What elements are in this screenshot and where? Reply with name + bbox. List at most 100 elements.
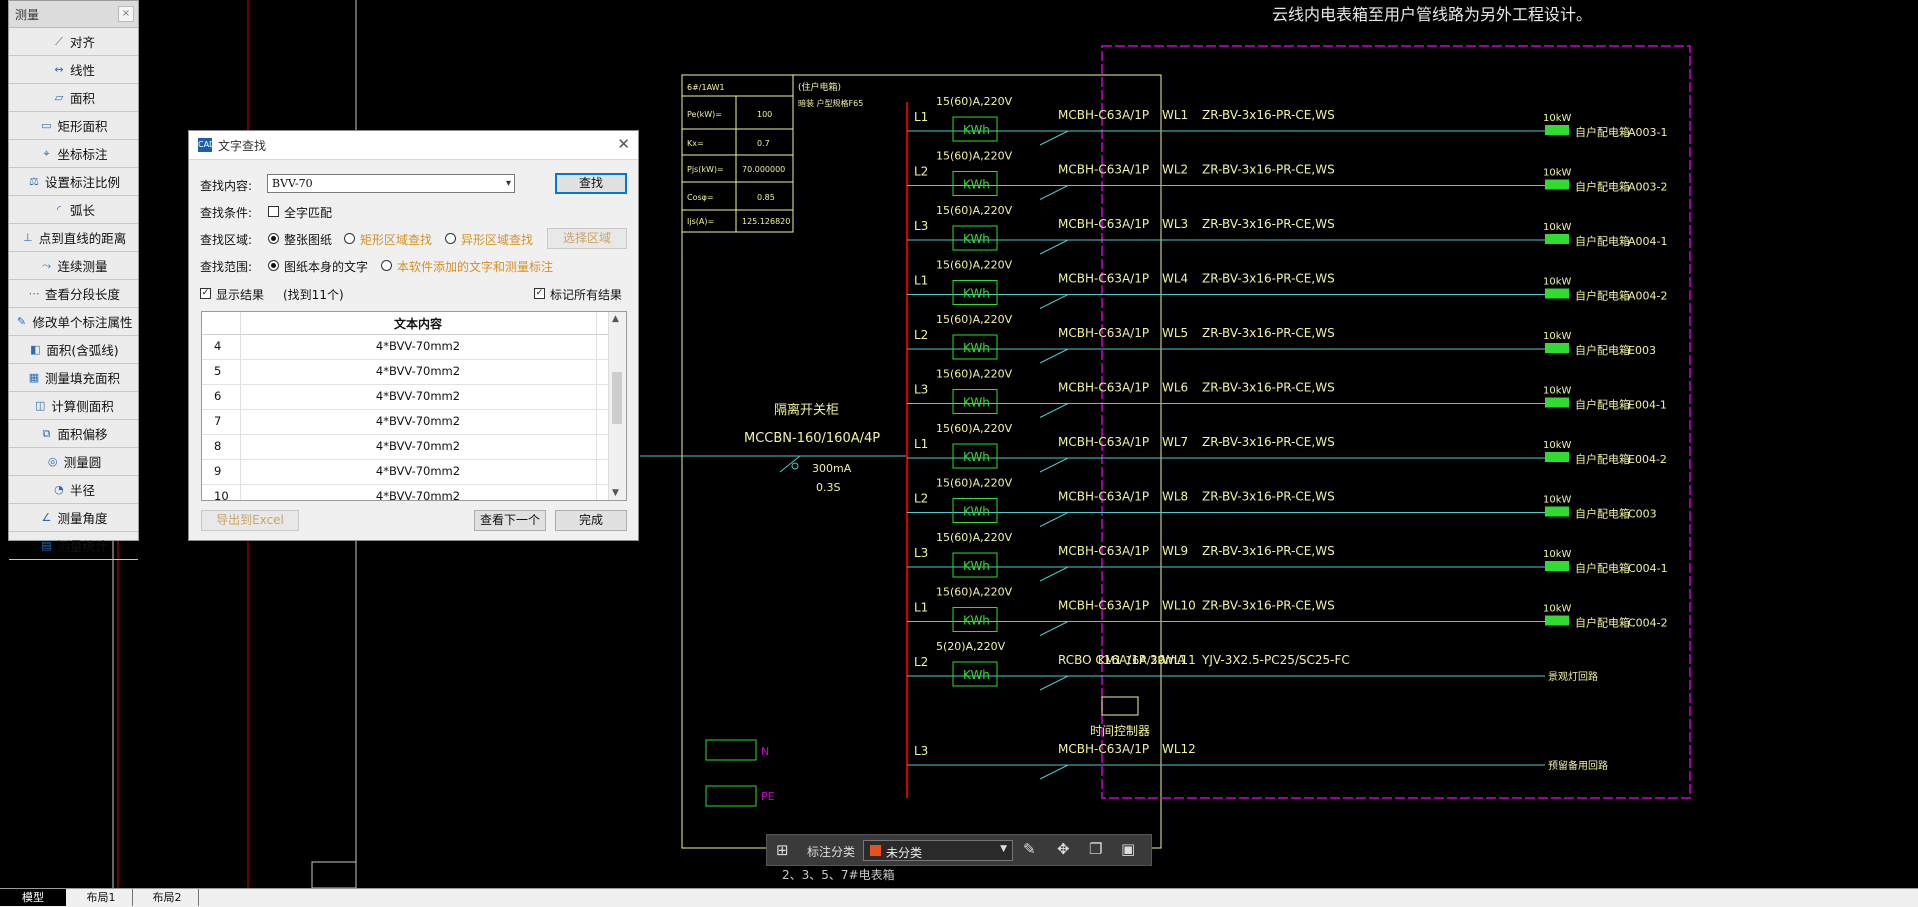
mark-all-checkbox[interactable]: ✓ <box>534 288 545 299</box>
next-button[interactable]: 查看下一个 <box>474 510 546 531</box>
measure-tool-label: 矩形面积 <box>57 119 108 134</box>
measure-tool-label: 面积偏移 <box>57 427 108 442</box>
chevron-down-icon[interactable]: ▼ <box>1000 844 1007 854</box>
whole-match-checkbox[interactable] <box>268 206 279 217</box>
circle-icon: ◎ <box>47 455 58 468</box>
measure-tool-item[interactable]: ⤳ 连续测量 <box>9 252 138 280</box>
meter-rating: 15(60)A,220V <box>936 422 1013 435</box>
measure-tool-item[interactable]: ∠ 测量角度 <box>9 504 138 532</box>
found-count: (找到11个) <box>283 288 344 302</box>
table-row[interactable]: 6 4*BVV-70mm2 <box>202 384 608 410</box>
meter-rating: 15(60)A,220V <box>936 204 1013 217</box>
measure-tool-item[interactable]: ▤ 测量统计 <box>9 532 138 560</box>
load-calc-table: 6#/1AW1 (住户电箱) 暗装 户型规格F65 Pe(kW)= 100 Kx… <box>681 74 863 233</box>
measure-tool-item[interactable]: ▱ 面积 <box>9 84 138 112</box>
measure-tool-item[interactable]: ◜ 弧长 <box>9 196 138 224</box>
category-select[interactable]: 未分类 ▼ <box>863 840 1013 861</box>
meter-rating: 15(60)A,220V <box>936 95 1013 108</box>
scroll-down-icon[interactable]: ▼ <box>612 488 619 498</box>
close-icon[interactable]: ✕ <box>617 135 630 153</box>
dest-label: A003-2 <box>1628 181 1668 194</box>
rect-area-icon: ▭ <box>41 119 52 132</box>
phase-label: L1 <box>914 437 928 451</box>
measure-tool-item[interactable]: ⊥ 点到直线的距离 <box>9 224 138 252</box>
table-row[interactable]: 8 4*BVV-70mm2 <box>202 434 608 460</box>
annotation-toolbar: ⊞ 标注分类 未分类 ▼ ✎ ✥ ❐ ▣ <box>766 834 1152 866</box>
measure-tool-item[interactable]: ◎ 测量圆 <box>9 448 138 476</box>
measure-tool-item[interactable]: ◔ 半径 <box>9 476 138 504</box>
results-scrollbar[interactable]: ▲ ▼ <box>608 312 626 500</box>
area-whole-radio[interactable] <box>268 233 279 244</box>
top-note: 云线内电表箱至用户管线路为另外工程设计。 <box>1272 5 1592 24</box>
scope-self-radio[interactable] <box>268 260 279 271</box>
measure-tool-item[interactable]: ▭ 矩形面积 <box>9 112 138 140</box>
tab-model[interactable]: 模型 <box>0 889 66 906</box>
chevron-down-icon[interactable]: ▾ <box>506 175 511 192</box>
measure-tool-label: 对齐 <box>69 35 95 50</box>
cable-label: ZR-BV-3x16-PR-CE,WS <box>1202 435 1335 449</box>
move-icon[interactable]: ✥ <box>1057 840 1070 858</box>
tab-layout2[interactable]: 布局2 <box>136 889 199 906</box>
area-irregular-label: 异形区域查找 <box>461 233 534 247</box>
row-index: 5 <box>214 364 222 378</box>
breaker-switch <box>1039 294 1069 309</box>
n-label: N <box>761 745 769 758</box>
scroll-up-icon[interactable]: ▲ <box>612 314 619 324</box>
meter-rating: 15(60)A,220V <box>936 586 1013 599</box>
tab-layout1[interactable]: 布局1 <box>70 889 133 906</box>
measure-tool-item[interactable]: ⌖ 坐标标注 <box>9 140 138 168</box>
category-grid-icon[interactable]: ⊞ <box>776 841 789 859</box>
wl-label: WL4 <box>1162 272 1188 286</box>
calc-sub: 暗装 户型规格F65 <box>798 98 863 108</box>
measure-panel-title-bar: 测量 × <box>9 1 138 28</box>
contactor-label: KM1 16A/2P <box>1098 654 1164 667</box>
kwh-label: KWh <box>963 450 990 464</box>
measure-tool-item[interactable]: ⧉ 面积偏移 <box>9 420 138 448</box>
close-icon[interactable]: × <box>118 6 134 22</box>
calc-v-2: 70.000000 <box>742 165 785 174</box>
measure-tool-label: 坐标标注 <box>57 147 108 162</box>
edit-icon[interactable]: ✎ <box>1023 840 1036 858</box>
phase-label: L1 <box>914 274 928 288</box>
calc-v-1: 0.7 <box>757 139 770 148</box>
kwh-label: KWh <box>963 559 990 573</box>
col-header: 文本内容 <box>393 317 442 331</box>
kw-label: 10kW <box>1543 331 1572 342</box>
copy-icon[interactable]: ❐ <box>1089 840 1102 858</box>
measure-tool-item[interactable]: ⋯ 查看分段长度 <box>9 280 138 308</box>
table-row[interactable]: 7 4*BVV-70mm2 <box>202 409 608 435</box>
dialog-title-bar[interactable]: CAD 文字查找 ✕ <box>189 131 638 160</box>
cable-label: ZR-BV-3x16-PR-CE,WS <box>1202 490 1335 504</box>
show-results-checkbox[interactable]: ✓ <box>200 288 211 299</box>
breaker-label: MCBH-C63A/1P <box>1058 163 1149 177</box>
table-row[interactable]: 10 4*BVV-70mm2 <box>202 484 608 500</box>
measure-tool-item[interactable]: ◫ 计算侧面积 <box>9 392 138 420</box>
calc-v-0: 100 <box>757 110 772 119</box>
kwh-label: KWh <box>963 505 990 519</box>
content-combo[interactable]: BVV-70 ▾ <box>267 174 515 193</box>
wl-label: WL5 <box>1162 326 1188 340</box>
scroll-thumb[interactable] <box>612 372 622 424</box>
scope-added-radio[interactable] <box>381 260 392 271</box>
calc-k-0: Pe(kW)= <box>687 110 722 119</box>
paste-icon[interactable]: ▣ <box>1121 840 1135 858</box>
area-rect-radio[interactable] <box>344 233 355 244</box>
load-label: 自户配电箱 <box>1575 289 1630 303</box>
table-row[interactable]: 4 4*BVV-70mm2 <box>202 334 608 360</box>
cable-label: ZR-BV-3x16-PR-CE,WS <box>1202 217 1335 231</box>
load-label: 自户配电箱 <box>1575 180 1630 194</box>
done-button[interactable]: 完成 <box>555 510 627 531</box>
measure-tool-item[interactable]: ⟋ 对齐 <box>9 28 138 56</box>
kw-label: 10kW <box>1543 222 1572 233</box>
measure-tool-item[interactable]: ↔ 线性 <box>9 56 138 84</box>
area-irregular-radio[interactable] <box>445 233 456 244</box>
category-color-swatch <box>870 845 881 856</box>
measure-tool-item[interactable]: ⚖ 设置标注比例 <box>9 168 138 196</box>
table-row[interactable]: 5 4*BVV-70mm2 <box>202 359 608 385</box>
measure-tool-item[interactable]: ▦ 测量填充面积 <box>9 364 138 392</box>
measure-tool-item[interactable]: ◧ 面积(含弧线) <box>9 336 138 364</box>
measure-tool-item[interactable]: ✎ 修改单个标注属性 <box>9 308 138 336</box>
calc-k-2: Pjs(kW)= <box>687 165 724 174</box>
table-row[interactable]: 9 4*BVV-70mm2 <box>202 459 608 485</box>
find-button[interactable]: 查找 <box>555 173 627 194</box>
